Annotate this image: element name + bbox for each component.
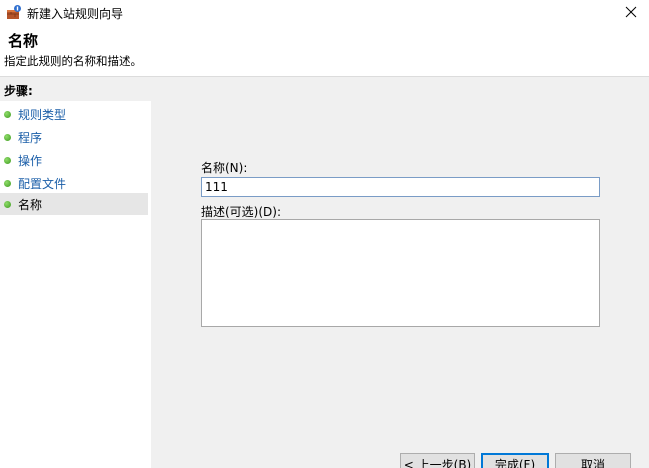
description-label: 描述(可选)(D):: [201, 205, 282, 219]
step-label: 名称: [18, 197, 43, 212]
step-status-icon: [4, 179, 11, 187]
step-status-icon: [4, 156, 11, 164]
steps-heading: 步骤:: [0, 77, 151, 101]
close-button[interactable]: [613, 0, 649, 26]
step-status-icon: [4, 133, 11, 141]
cancel-button[interactable]: 取消: [555, 453, 631, 468]
step-label: 配置文件: [18, 176, 67, 191]
description-field[interactable]: [201, 219, 600, 327]
name-label: 名称(N):: [201, 161, 248, 175]
step-name: 名称: [0, 193, 148, 215]
window-title: 新建入站规则向导: [27, 7, 124, 21]
page-description: 指定此规则的名称和描述。: [4, 54, 142, 68]
step-status-icon: [4, 200, 11, 208]
finish-button[interactable]: 完成(F): [481, 453, 549, 468]
wizard-header: 名称 指定此规则的名称和描述。: [0, 26, 649, 76]
title-bar: 新建入站规则向导: [0, 0, 649, 26]
step-label: 程序: [18, 130, 43, 145]
step-program[interactable]: 程序: [0, 126, 148, 148]
step-label: 操作: [18, 153, 43, 168]
steps-panel: 步骤: 规则类型 程序 操作 配置文件 名称: [0, 77, 151, 468]
firewall-wizard-icon: [6, 4, 22, 20]
page-title: 名称: [8, 32, 39, 50]
step-label: 规则类型: [18, 107, 67, 122]
step-rule-type[interactable]: 规则类型: [0, 103, 148, 125]
name-field[interactable]: [201, 177, 600, 197]
step-action[interactable]: 操作: [0, 149, 148, 171]
wizard-content: 名称(N): 描述(可选)(D): < 上一步(B) 完成(F) 取消: [151, 77, 649, 468]
close-icon: [625, 6, 637, 21]
back-button[interactable]: < 上一步(B): [400, 453, 475, 468]
step-status-icon: [4, 110, 11, 118]
step-profile[interactable]: 配置文件: [0, 172, 148, 194]
